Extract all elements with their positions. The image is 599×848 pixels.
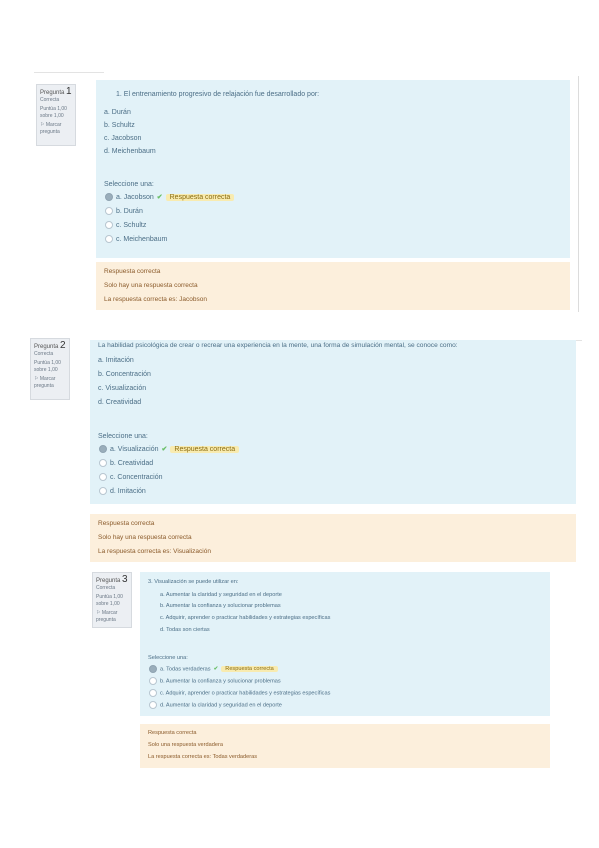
flag-icon: ⚐: [40, 122, 45, 128]
radio-button[interactable]: [105, 207, 113, 215]
flag-icon: ⚐: [34, 376, 39, 382]
flag-question-link[interactable]: ⚐ Marcar pregunta: [96, 610, 128, 624]
radio-button[interactable]: [149, 677, 157, 685]
divider: [578, 76, 579, 312]
answer-option[interactable]: d. Imitación: [99, 487, 146, 495]
answer-label: c. Meichenbaum: [116, 235, 168, 243]
question-number: Pregunta 3: [96, 574, 128, 585]
question-number: Pregunta 2: [34, 340, 66, 351]
answer-label: d. Imitación: [110, 487, 146, 495]
option-text: c. Jacobson: [104, 135, 142, 142]
question-text: 3. Visualización se puede utilizar en:: [148, 579, 239, 585]
question-text: 1. El entrenamiento progresivo de relaja…: [116, 91, 320, 98]
answer-label: b. Aumentar la confianza y solucionar pr…: [160, 678, 281, 685]
radio-button[interactable]: [105, 235, 113, 243]
answer-label: b. Creatividad: [110, 459, 154, 467]
option-text: d. Creatividad: [98, 399, 142, 406]
option-text: c. Adquirir, aprender o practicar habili…: [160, 615, 331, 621]
answer-label: a. Todas verdaderas: [160, 666, 211, 673]
feedback-answer: La respuesta correcta es: Jacobson: [104, 296, 207, 303]
feedback-title: Respuesta correcta: [104, 268, 161, 275]
radio-button[interactable]: [149, 665, 157, 673]
correct-badge: Respuesta correcta: [165, 194, 235, 201]
checkmark-icon: ✔: [156, 194, 163, 201]
radio-button[interactable]: [99, 473, 107, 481]
answer-label: b. Durán: [116, 207, 143, 215]
flag-question-link[interactable]: ⚐ Marcar pregunta: [40, 122, 72, 136]
radio-button[interactable]: [149, 689, 157, 697]
option-text: d. Todas son ciertas: [160, 627, 210, 633]
select-label: Seleccione una:: [98, 433, 148, 440]
answer-label: d. Aumentar la claridad y seguridad en e…: [160, 702, 282, 709]
option-text: a. Aumentar la claridad y seguridad en e…: [160, 592, 282, 598]
radio-button[interactable]: [149, 701, 157, 709]
answer-label: c. Schultz: [116, 221, 147, 229]
option-text: b. Schultz: [104, 122, 135, 129]
answer-option[interactable]: b. Creatividad: [99, 459, 153, 467]
flag-icon: ⚐: [96, 610, 101, 616]
question-info: Pregunta 1 Correcta Puntúa 1,00 sobre 1,…: [36, 84, 76, 146]
flag-question-link[interactable]: ⚐ Marcar pregunta: [34, 376, 66, 390]
divider: [34, 72, 104, 73]
feedback-answer: La respuesta correcta es: Todas verdader…: [148, 754, 258, 760]
radio-button[interactable]: [99, 445, 107, 454]
question-status: Correcta: [34, 351, 54, 357]
correct-badge: Respuesta correcta: [170, 446, 240, 453]
checkmark-icon: ✔: [161, 446, 168, 453]
question-feedback: Respuesta correcta Solo una respuesta ve…: [140, 724, 550, 768]
question-text: La habilidad psicológica de crear o recr…: [98, 342, 458, 349]
option-text: c. Visualización: [98, 385, 147, 392]
feedback-title: Respuesta correcta: [148, 730, 197, 736]
radio-button[interactable]: [99, 459, 107, 467]
option-text: a. Durán: [104, 109, 131, 116]
question-feedback: Respuesta correcta Solo hay una respuest…: [96, 262, 570, 310]
option-text: d. Meichenbaum: [104, 148, 156, 155]
question-formulation: 1. El entrenamiento progresivo de relaja…: [96, 80, 570, 258]
answer-label: c. Concentración: [110, 473, 163, 481]
feedback-note: Solo hay una respuesta correcta: [98, 534, 192, 541]
answer-label: c. Adquirir, aprender o practicar habili…: [160, 690, 331, 697]
question-mark: Puntúa 1,00 sobre 1,00: [34, 360, 61, 373]
answer-option[interactable]: c. Meichenbaum: [105, 235, 167, 243]
answer-option[interactable]: c. Concentración: [99, 473, 163, 481]
radio-button[interactable]: [105, 221, 113, 229]
question-status: Correcta: [96, 585, 116, 591]
option-text: b. Concentración: [98, 371, 151, 378]
question-formulation: 3. Visualización se puede utilizar en: a…: [140, 572, 550, 716]
question-feedback: Respuesta correcta Solo hay una respuest…: [90, 514, 576, 562]
answer-label: a. Visualización: [110, 446, 159, 453]
answer-label: a. Jacobson: [116, 194, 154, 201]
question-status: Correcta: [40, 97, 60, 103]
answer-option[interactable]: a. Visualización ✔ Respuesta correcta: [99, 445, 240, 454]
option-text: a. Imitación: [98, 357, 134, 364]
answer-option[interactable]: c. Adquirir, aprender o practicar habili…: [149, 689, 330, 697]
checkmark-icon: ✔: [213, 666, 219, 673]
feedback-answer: La respuesta correcta es: Visualización: [98, 548, 211, 555]
question-info: Pregunta 2 Correcta Puntúa 1,00 sobre 1,…: [30, 338, 70, 400]
feedback-note: Solo una respuesta verdadera: [148, 742, 223, 748]
question-mark: Puntúa 1,00 sobre 1,00: [96, 594, 123, 607]
answer-option[interactable]: a. Jacobson ✔ Respuesta correcta: [105, 193, 235, 202]
question-info: Pregunta 3 Correcta Puntúa 1,00 sobre 1,…: [92, 572, 132, 628]
question-formulation: La habilidad psicológica de crear o recr…: [90, 340, 576, 504]
answer-option[interactable]: c. Schultz: [105, 221, 146, 229]
answer-option[interactable]: b. Aumentar la confianza y solucionar pr…: [149, 677, 281, 685]
answer-option[interactable]: b. Durán: [105, 207, 143, 215]
select-label: Seleccione una:: [148, 655, 188, 661]
correct-badge: Respuesta correcta: [221, 666, 278, 673]
option-text: b. Aumentar la confianza y solucionar pr…: [160, 603, 281, 609]
radio-button[interactable]: [105, 193, 113, 202]
answer-option[interactable]: a. Todas verdaderas ✔ Respuesta correcta: [149, 665, 278, 673]
feedback-title: Respuesta correcta: [98, 520, 155, 527]
radio-button[interactable]: [99, 487, 107, 495]
select-label: Seleccione una:: [104, 181, 154, 188]
question-mark: Puntúa 1,00 sobre 1,00: [40, 106, 67, 119]
answer-option[interactable]: d. Aumentar la claridad y seguridad en e…: [149, 701, 282, 709]
question-number: Pregunta 1: [40, 86, 72, 97]
feedback-note: Solo hay una respuesta correcta: [104, 282, 198, 289]
